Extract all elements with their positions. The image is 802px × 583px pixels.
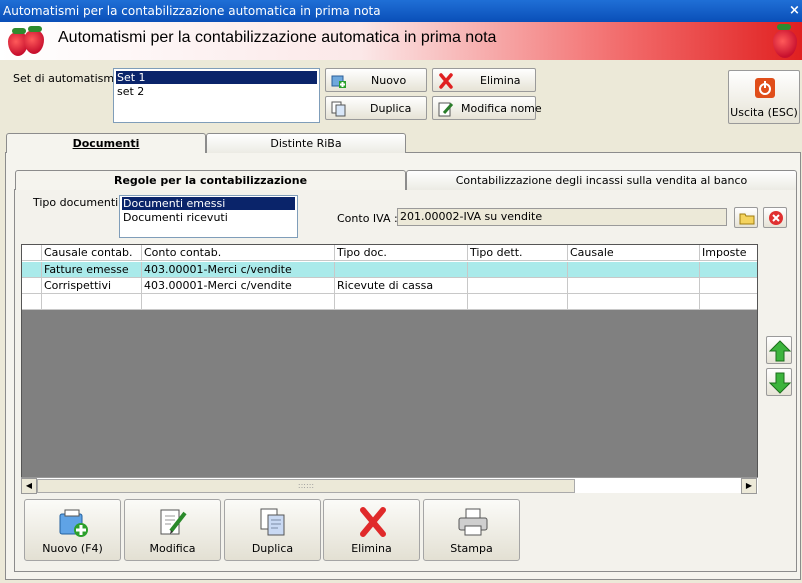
rename-icon xyxy=(438,102,454,117)
nuovo-f4-button[interactable]: Nuovo (F4) xyxy=(24,499,121,561)
tab-vendita-banco[interactable]: Contabilizzazione degli incassi sulla ve… xyxy=(406,170,797,190)
close-button[interactable]: × xyxy=(789,3,800,18)
duplica-bottom-button[interactable]: Duplica xyxy=(224,499,321,561)
move-up-button[interactable] xyxy=(766,336,792,364)
col-conto-contab[interactable]: Conto contab. xyxy=(142,245,335,261)
tab-vendita-banco-label: Contabilizzazione degli incassi sulla ve… xyxy=(455,174,748,187)
modifica-nome-button[interactable]: Modifica nome xyxy=(432,96,542,120)
cell[interactable] xyxy=(468,262,568,278)
modifica-button[interactable]: Modifica xyxy=(124,499,221,561)
tipo-documenti-item[interactable]: Documenti emessi xyxy=(121,196,296,211)
duplica-button[interactable]: Duplica xyxy=(325,96,427,120)
edit-icon xyxy=(160,509,187,535)
nuovo-label: Nuovo xyxy=(371,74,407,87)
tipo-documenti-label: Tipo documenti : xyxy=(33,196,126,209)
power-icon xyxy=(755,78,775,98)
cell[interactable] xyxy=(700,294,757,310)
set-item[interactable]: set 2 xyxy=(116,85,317,98)
tab-distinte-riba[interactable]: Distinte RiBa xyxy=(206,133,406,153)
conto-iva-clear-button[interactable] xyxy=(763,207,787,228)
delete-icon xyxy=(360,507,386,537)
col-causale[interactable]: Causale xyxy=(568,245,700,261)
row-indicator xyxy=(22,278,42,294)
set-listbox[interactable]: Set 1 set 2 xyxy=(113,68,320,123)
row-indicator xyxy=(22,262,42,278)
elimina-bottom-label: Elimina xyxy=(351,542,392,555)
tipo-documenti-listbox[interactable]: Documenti emessi Documenti ricevuti xyxy=(119,195,298,238)
new-set-icon xyxy=(331,75,346,88)
stampa-label: Stampa xyxy=(450,542,493,555)
printer-icon xyxy=(458,508,488,536)
col-tipo-doc[interactable]: Tipo doc. xyxy=(335,245,468,261)
uscita-button[interactable]: Uscita (ESC) xyxy=(728,70,800,124)
scroll-right-button[interactable]: ▶ xyxy=(741,478,757,494)
duplica-bottom-label: Duplica xyxy=(251,542,294,555)
cell[interactable] xyxy=(142,294,335,310)
duplicate-icon xyxy=(260,508,285,536)
duplicate-icon xyxy=(331,101,346,117)
horizontal-scrollbar[interactable]: ◀ :::::: ▶ xyxy=(21,477,758,494)
cell[interactable] xyxy=(568,262,700,278)
strawberry-icon xyxy=(770,24,798,58)
row-indicator xyxy=(22,294,42,310)
nuovo-f4-label: Nuovo (F4) xyxy=(42,542,103,555)
cell[interactable]: Ricevute di cassa xyxy=(335,278,468,294)
header-title: Automatismi per la contabilizzazione aut… xyxy=(58,29,497,46)
tab-regole[interactable]: Regole per la contabilizzazione xyxy=(15,170,406,190)
grid-header: Causale contab. Conto contab. Tipo doc. … xyxy=(22,245,757,262)
col-imposte[interactable]: Imposte xyxy=(700,245,757,261)
cell[interactable]: 403.00001-Merci c/vendite xyxy=(142,278,335,294)
cell[interactable]: Corrispettivi xyxy=(42,278,142,294)
rules-grid[interactable]: Causale contab. Conto contab. Tipo doc. … xyxy=(21,244,758,493)
cell[interactable] xyxy=(335,294,468,310)
arrow-down-icon xyxy=(769,372,791,394)
conto-iva-label: Conto IVA : xyxy=(337,212,398,225)
scroll-left-button[interactable]: ◀ xyxy=(21,478,37,494)
conto-iva-browse-button[interactable] xyxy=(734,207,758,228)
cell[interactable] xyxy=(700,262,757,278)
new-document-icon xyxy=(59,509,88,537)
tab-documenti[interactable]: Documenti xyxy=(6,133,206,153)
tab-distinte-riba-label: Distinte RiBa xyxy=(270,137,342,150)
window-title: Automatismi per la contabilizzazione aut… xyxy=(3,4,381,18)
elimina-bottom-button[interactable]: Elimina xyxy=(323,499,420,561)
move-down-button[interactable] xyxy=(766,368,792,396)
duplica-label: Duplica xyxy=(370,102,412,115)
table-row[interactable]: Fatture emesse 403.00001-Merci c/vendite xyxy=(22,262,757,278)
cell[interactable] xyxy=(42,294,142,310)
uscita-label: Uscita (ESC) xyxy=(730,106,798,119)
grid-corner xyxy=(22,245,42,261)
stampa-button[interactable]: Stampa xyxy=(423,499,520,561)
col-causale-contab[interactable]: Causale contab. xyxy=(42,245,142,261)
nuovo-button[interactable]: Nuovo xyxy=(325,68,427,92)
arrow-up-icon xyxy=(769,340,791,362)
conto-iva-field[interactable]: 201.00002-IVA su vendite xyxy=(397,208,727,226)
set-item[interactable]: Set 1 xyxy=(115,70,318,85)
modifica-nome-label: Modifica nome xyxy=(461,102,542,115)
table-row[interactable]: Corrispettivi 403.00001-Merci c/vendite … xyxy=(22,278,757,294)
cell[interactable] xyxy=(468,294,568,310)
cell[interactable] xyxy=(335,262,468,278)
set-label: Set di automatismi : xyxy=(13,72,125,85)
tipo-documenti-item[interactable]: Documenti ricevuti xyxy=(122,211,295,224)
strawberry-icon xyxy=(8,26,48,56)
cell[interactable] xyxy=(568,278,700,294)
clear-icon xyxy=(769,211,783,225)
table-row[interactable] xyxy=(22,294,757,310)
scroll-thumb[interactable]: :::::: xyxy=(37,479,575,493)
col-tipo-dett[interactable]: Tipo dett. xyxy=(468,245,568,261)
tab-documenti-label: Documenti xyxy=(72,137,140,150)
delete-icon xyxy=(439,73,453,89)
cell[interactable] xyxy=(700,278,757,294)
elimina-button[interactable]: Elimina xyxy=(432,68,536,92)
cell[interactable]: 403.00001-Merci c/vendite xyxy=(142,262,335,278)
elimina-label: Elimina xyxy=(480,74,521,87)
cell[interactable]: Fatture emesse xyxy=(42,262,142,278)
modifica-label: Modifica xyxy=(149,542,196,555)
folder-icon xyxy=(739,213,755,225)
cell[interactable] xyxy=(568,294,700,310)
cell[interactable] xyxy=(468,278,568,294)
tab-regole-label: Regole per la contabilizzazione xyxy=(113,174,308,187)
